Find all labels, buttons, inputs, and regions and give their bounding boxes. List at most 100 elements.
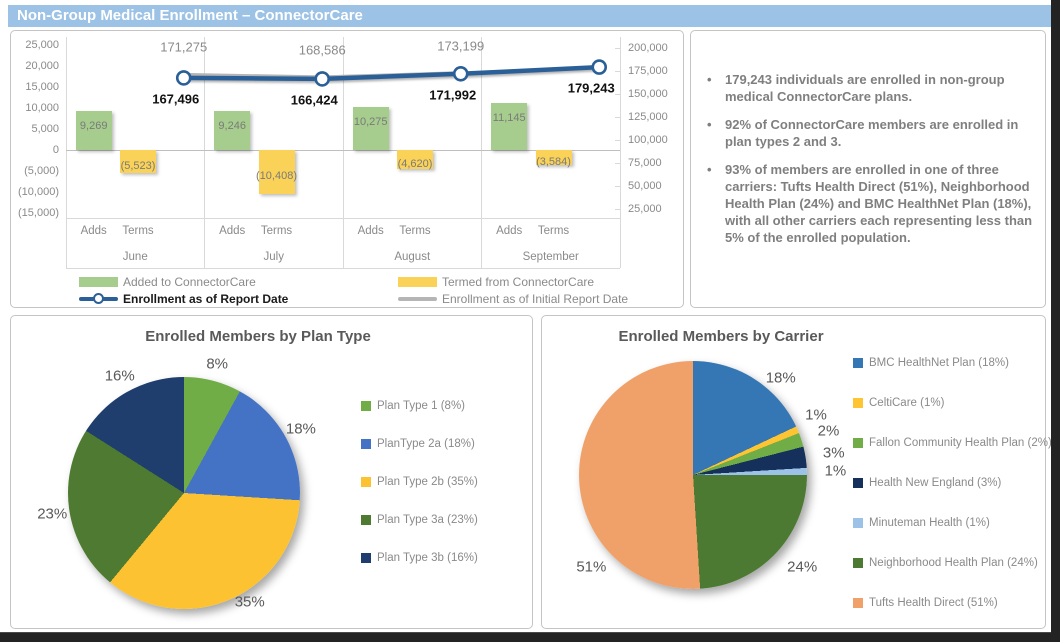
pie-slice-label: 8% — [206, 355, 228, 372]
pie-legend-label: Neighborhood Health Plan (24%) — [869, 557, 1038, 569]
pie-legend-item: PlanType 2a (18%) — [361, 438, 475, 450]
y-axis-left-tick-label: 20,000 — [13, 60, 59, 72]
pie-legend-item: Plan Type 1 (8%) — [361, 400, 465, 412]
legend-line-swatch — [398, 297, 437, 301]
y-axis-left-tick-label: 10,000 — [13, 102, 59, 114]
enrollment-report-label: 179,243 — [568, 81, 615, 96]
y-axis-left-tick-label: (15,000) — [13, 207, 59, 219]
dashboard: Non-Group Medical Enrollment – Connector… — [0, 0, 1060, 642]
y-axis-left-tick-label: 0 — [13, 144, 59, 156]
line-marker — [316, 72, 329, 85]
summary-bullet-list: 179,243 individuals are enrolled in non-… — [691, 31, 1045, 246]
pie-legend-swatch — [853, 558, 863, 568]
y-axis-left-tick-label: 25,000 — [13, 39, 59, 51]
summary-bullet: 93% of members are enrolled in one of th… — [703, 161, 1043, 246]
pie-legend-item: Plan Type 2b (35%) — [361, 476, 478, 488]
pie-legend-item: Minuteman Health (1%) — [853, 517, 990, 529]
pie-legend-swatch — [853, 438, 863, 448]
pie-slice-label: 18% — [766, 369, 796, 386]
pie-legend-label: Plan Type 3a (23%) — [377, 514, 478, 526]
window-bottom-edge — [0, 632, 1060, 642]
pie-legend-item: Plan Type 3a (23%) — [361, 514, 478, 526]
pie-legend-swatch — [361, 515, 371, 525]
pie-legend-label: CeltiCare (1%) — [869, 397, 944, 409]
pie-slice-label: 18% — [286, 420, 316, 437]
chart-title: Enrolled Members by Carrier — [618, 328, 823, 345]
enrollment-report-label: 166,424 — [291, 92, 338, 107]
pie-slice-label: 1% — [825, 462, 847, 479]
carrier-pie-chart: Enrolled Members by Carrier 18%1%2%3%1%2… — [541, 315, 1046, 629]
pie-slice-label: 1% — [805, 407, 827, 424]
line-marker — [593, 61, 606, 74]
pie-legend-swatch — [853, 358, 863, 368]
pie-legend-swatch — [853, 598, 863, 608]
pie-legend-label: Fallon Community Health Plan (2%) — [869, 437, 1052, 449]
pie-legend-swatch — [853, 478, 863, 488]
summary-bullet: 92% of ConnectorCare members are enrolle… — [703, 116, 1043, 150]
pie-slice-label: 35% — [235, 594, 265, 611]
y-axis-right-tick-label: 25,000 — [628, 203, 662, 215]
line-marker — [177, 71, 190, 84]
pie-legend-item: Neighborhood Health Plan (24%) — [853, 557, 1038, 569]
pie-legend-item: CeltiCare (1%) — [853, 397, 944, 409]
y-axis-left-tick-label: (5,000) — [13, 165, 59, 177]
y-axis-right-tick-label: 175,000 — [628, 65, 668, 77]
pie-legend-item: Tufts Health Direct (51%) — [853, 597, 998, 609]
y-axis-right-tick-label: 50,000 — [628, 180, 662, 192]
y-axis-right-tick-label: 100,000 — [628, 134, 668, 146]
pie-legend-label: Minuteman Health (1%) — [869, 517, 990, 529]
summary-bullet: 179,243 individuals are enrolled in non-… — [703, 71, 1043, 105]
pie-slice-label: 3% — [823, 444, 845, 461]
y-axis-left-tick-label: 5,000 — [13, 123, 59, 135]
line-series — [66, 31, 626, 271]
pie-legend-swatch — [853, 398, 863, 408]
legend-line-marker — [93, 293, 104, 304]
page-title: Non-Group Medical Enrollment – Connector… — [8, 5, 1051, 27]
legend-item-label: Termed from ConnectorCare — [442, 275, 594, 289]
pie-legend-label: Plan Type 3b (16%) — [377, 552, 478, 564]
pie-legend-label: Health New England (3%) — [869, 477, 1001, 489]
pie-legend-swatch — [361, 477, 371, 487]
pie-legend-item: BMC HealthNet Plan (18%) — [853, 357, 1009, 369]
enrollment-initial-label: 173,199 — [437, 38, 484, 53]
pie-legend-label: Plan Type 2b (35%) — [377, 476, 478, 488]
plan-type-pie-chart: Enrolled Members by Plan Type 8% 18% 35% 23… — [10, 315, 533, 629]
pie-circle — [579, 361, 807, 589]
y-axis-right-tick-label: 200,000 — [628, 42, 668, 54]
pie-slice-label: 2% — [818, 422, 840, 439]
pie-legend-label: Plan Type 1 (8%) — [377, 400, 465, 412]
window-right-edge — [1051, 0, 1060, 642]
pie-legend-swatch — [361, 401, 371, 411]
pie-legend-item: Plan Type 3b (16%) — [361, 552, 478, 564]
enrollment-report-label: 171,992 — [429, 87, 476, 102]
legend-swatch — [398, 277, 437, 287]
y-axis-right-tick-label: 150,000 — [628, 88, 668, 100]
legend-item-label: Enrollment as of Report Date — [123, 292, 288, 306]
y-axis-left-tick-label: 15,000 — [13, 81, 59, 93]
y-axis-right-tick-label: 75,000 — [628, 157, 662, 169]
pie-slice-label: 23% — [37, 505, 67, 522]
enrollment-initial-label: 171,275 — [160, 40, 207, 55]
enrollment-trend-chart: 25,000 20,000 15,000 10,000 5,000 0 (5,000) (10… — [10, 30, 684, 308]
pie-legend-label: Tufts Health Direct (51%) — [869, 597, 998, 609]
enrollment-initial-label: 168,586 — [299, 42, 346, 57]
chart-title: Enrolled Members by Plan Type — [145, 328, 371, 345]
line-marker — [454, 67, 467, 80]
legend-item-label: Added to ConnectorCare — [123, 275, 256, 289]
pie-slice-label: 24% — [787, 558, 817, 575]
pie-legend-label: PlanType 2a (18%) — [377, 438, 475, 450]
pie-slice-label: 16% — [105, 368, 135, 385]
pie-legend-swatch — [361, 439, 371, 449]
pie-legend-swatch — [361, 553, 371, 563]
y-axis-right-tick-label: 125,000 — [628, 111, 668, 123]
pie-legend-swatch — [853, 518, 863, 528]
y-axis-left-tick-label: (10,000) — [13, 186, 59, 198]
pie-circle — [68, 377, 300, 609]
legend-swatch — [79, 277, 118, 287]
summary-panel: 179,243 individuals are enrolled in non-… — [690, 30, 1046, 308]
pie-legend-item: Health New England (3%) — [853, 477, 1001, 489]
pie-slice-label: 51% — [576, 558, 606, 575]
enrollment-report-label: 167,496 — [152, 91, 199, 106]
pie-legend-label: BMC HealthNet Plan (18%) — [869, 357, 1009, 369]
pie-legend-item: Fallon Community Health Plan (2%) — [853, 437, 1052, 449]
